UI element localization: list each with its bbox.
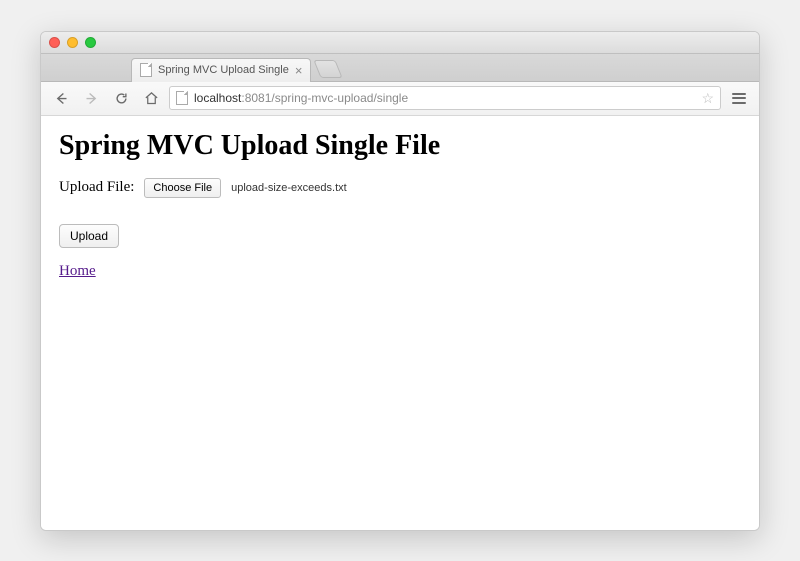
maximize-window-button[interactable] <box>85 37 96 48</box>
close-tab-icon[interactable]: × <box>295 64 303 77</box>
upload-label: Upload File: <box>59 179 134 196</box>
reload-button[interactable] <box>109 87 133 109</box>
bookmark-star-icon[interactable]: ☆ <box>701 90 714 107</box>
minimize-window-button[interactable] <box>67 37 78 48</box>
arrow-right-icon <box>84 91 99 106</box>
new-tab-button[interactable] <box>314 60 343 78</box>
url-text: localhost:8081/spring-mvc-upload/single <box>194 91 695 105</box>
arrow-left-icon <box>54 91 69 106</box>
page-title: Spring MVC Upload Single File <box>59 130 741 162</box>
tab-title: Spring MVC Upload Single <box>158 64 289 76</box>
hamburger-icon <box>732 93 746 104</box>
document-icon <box>140 63 152 77</box>
reload-icon <box>114 91 129 106</box>
choose-file-button[interactable]: Choose File <box>144 178 221 198</box>
home-link[interactable]: Home <box>59 263 96 279</box>
browser-tab[interactable]: Spring MVC Upload Single × <box>131 58 311 82</box>
home-icon <box>144 91 159 106</box>
home-button[interactable] <box>139 87 163 109</box>
forward-button[interactable] <box>79 87 103 109</box>
selected-filename: upload-size-exceeds.txt <box>231 182 347 194</box>
toolbar: localhost:8081/spring-mvc-upload/single … <box>41 82 759 116</box>
browser-window: Spring MVC Upload Single × localhost:808… <box>40 31 760 531</box>
upload-button[interactable]: Upload <box>59 224 119 248</box>
url-path: :8081/spring-mvc-upload/single <box>241 91 408 105</box>
document-icon <box>176 91 188 105</box>
window-titlebar <box>41 32 759 54</box>
address-bar[interactable]: localhost:8081/spring-mvc-upload/single … <box>169 86 721 110</box>
url-host: localhost <box>194 91 241 105</box>
menu-button[interactable] <box>727 87 751 109</box>
close-window-button[interactable] <box>49 37 60 48</box>
tab-strip: Spring MVC Upload Single × <box>41 54 759 82</box>
traffic-lights <box>49 37 96 48</box>
upload-row: Upload File: Choose File upload-size-exc… <box>59 178 741 198</box>
page-content: Spring MVC Upload Single File Upload Fil… <box>41 116 759 530</box>
back-button[interactable] <box>49 87 73 109</box>
